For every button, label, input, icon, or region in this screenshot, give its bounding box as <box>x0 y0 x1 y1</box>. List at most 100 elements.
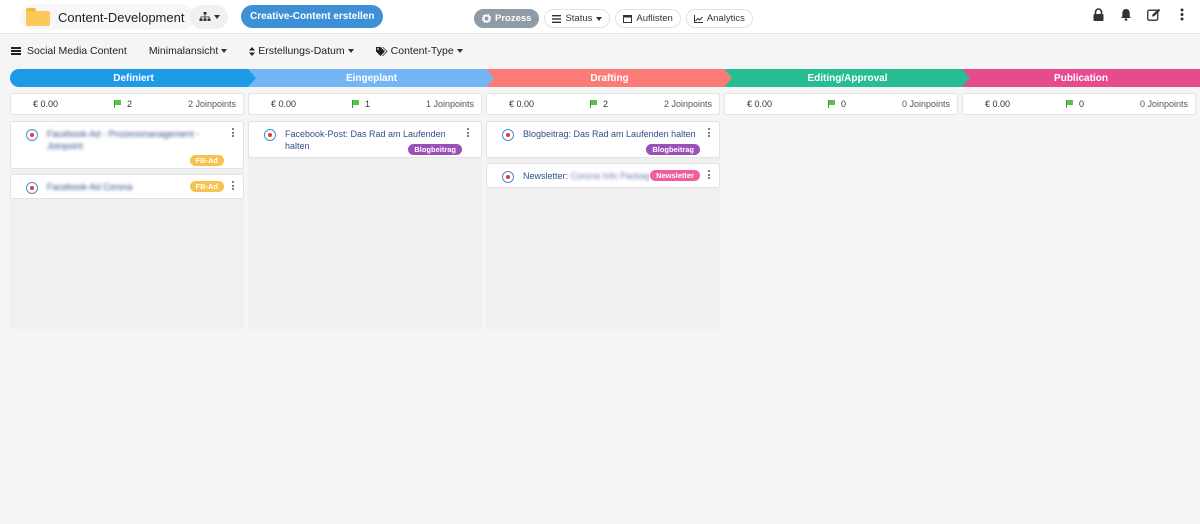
column-joinpoints: 2 Joinpoints <box>663 99 712 109</box>
flag-icon <box>827 100 836 108</box>
folder-icon <box>26 8 50 26</box>
phase-header-eingeplant[interactable]: Eingeplant <box>248 69 495 87</box>
column-drop-area[interactable]: Blogbeitrag: Das Rad am Laufenden halten… <box>486 121 720 329</box>
line-chart-icon <box>693 14 703 23</box>
project-title: Content-Development <box>58 9 185 25</box>
content-card[interactable]: Facebook-Ad - Prozessmanagement - Joinpo… <box>10 121 244 169</box>
column-amount: € 0.00 <box>271 99 297 109</box>
view-analytics-label: Analytics <box>706 13 745 24</box>
sort-dropdown[interactable]: Erstellungs-Datum <box>249 45 354 57</box>
more-vertical-icon[interactable] <box>232 128 235 137</box>
phase-label: Editing/Approval <box>807 72 888 84</box>
menu-icon <box>11 47 21 55</box>
column-stats: € 0.00 2 2 Joinpoints <box>486 93 720 115</box>
more-vertical-icon[interactable] <box>467 128 470 137</box>
flag-icon <box>1065 100 1074 108</box>
top-bar: Content-Development Creative-Content ers… <box>0 0 1200 34</box>
phase-header-definiert[interactable]: Definiert <box>10 69 257 87</box>
hierarchy-button[interactable] <box>190 5 228 29</box>
board-name-label: Social Media Content <box>27 45 127 57</box>
more-vertical-icon[interactable] <box>1174 6 1190 22</box>
column-joinpoints: 0 Joinpoints <box>901 99 950 109</box>
column-amount: € 0.00 <box>33 99 59 109</box>
column-definiert: € 0.00 2 2 Joinpoints Facebook-Ad - Proz… <box>10 93 244 329</box>
content-type-tag: Blogbeitrag <box>646 144 700 155</box>
content-type-label: Content-Type <box>390 45 454 57</box>
flag-icon <box>113 100 122 108</box>
project-selector[interactable]: Content-Development <box>20 4 195 30</box>
view-analytics-button[interactable]: Analytics <box>685 9 753 28</box>
more-vertical-icon[interactable] <box>708 170 711 179</box>
board-name[interactable]: Social Media Content <box>11 45 127 57</box>
content-card[interactable]: Facebook-Ad Corona FB-Ad <box>10 174 244 199</box>
tags-icon <box>375 46 388 56</box>
content-type-tag: Newsletter <box>650 170 700 181</box>
content-card[interactable]: Newsletter: Corona Info Package Newslett… <box>486 163 720 188</box>
phase-header-drafting[interactable]: Drafting <box>486 69 733 87</box>
card-title: Newsletter: Corona Info Package <box>523 170 649 182</box>
edit-icon[interactable] <box>1146 6 1162 22</box>
column-count: 0 <box>1078 99 1084 109</box>
column-drop-area[interactable]: Facebook-Ad - Prozessmanagement - Joinpo… <box>10 121 244 329</box>
content-type-dropdown[interactable]: Content-Type <box>375 45 463 57</box>
view-mode-dropdown[interactable]: Minimalansicht <box>149 45 228 57</box>
content-type-tag: Blogbeitrag <box>408 144 462 155</box>
phase-header-publication[interactable]: Publication <box>962 69 1200 87</box>
phase-label: Publication <box>1054 72 1108 84</box>
card-title: Blogbeitrag: Das Rad am Laufenden halten <box>523 129 696 139</box>
phase-label: Drafting <box>590 72 629 84</box>
phase-header-editing-approval[interactable]: Editing/Approval <box>724 69 971 87</box>
card-title-prefix: Newsletter: <box>523 171 571 181</box>
view-prozess-label: Prozess <box>495 13 532 24</box>
list-icon <box>552 14 562 23</box>
chevron-down-icon <box>456 49 463 53</box>
sort-icon <box>249 46 256 56</box>
column-stats: € 0.00 1 1 Joinpoints <box>248 93 482 115</box>
column-stats: € 0.00 0 0 Joinpoints <box>724 93 958 115</box>
card-title: Facebook-Ad - Prozessmanagement - Joinpo… <box>47 129 200 151</box>
column-drafting: € 0.00 2 2 Joinpoints Blogbeitrag: Das R… <box>486 93 720 329</box>
content-card[interactable]: Blogbeitrag: Das Rad am Laufenden halten… <box>486 121 720 158</box>
chevron-down-icon <box>596 16 603 21</box>
column-joinpoints: 1 Joinpoints <box>425 99 474 109</box>
flag-icon <box>351 100 360 108</box>
card-title: Facebook-Ad Corona <box>47 182 133 192</box>
column-amount: € 0.00 <box>747 99 773 109</box>
column-joinpoints: 0 Joinpoints <box>1139 99 1188 109</box>
target-icon <box>26 182 38 194</box>
more-vertical-icon[interactable] <box>708 128 711 137</box>
column-count: 0 <box>840 99 846 109</box>
column-amount: € 0.00 <box>985 99 1011 109</box>
column-drop-area[interactable]: Facebook-Post: Das Rad am Laufenden halt… <box>248 121 482 329</box>
lock-icon[interactable] <box>1090 6 1106 22</box>
filter-bar: Social Media Content Minimalansicht Erst… <box>11 45 485 57</box>
column-count: 2 <box>602 99 608 109</box>
bell-icon[interactable] <box>1118 6 1134 22</box>
view-auflisten-label: Auflisten <box>636 13 673 24</box>
content-type-tag: FB-Ad <box>189 155 224 166</box>
card-title-blurred: Corona Info Package <box>570 171 649 181</box>
view-switcher: Prozess Status Auflisten Analytics <box>474 9 753 28</box>
content-type-tag: FB-Ad <box>189 181 224 192</box>
create-content-button[interactable]: Creative-Content erstellen <box>241 5 384 28</box>
view-status-button[interactable]: Status <box>544 9 611 28</box>
content-card[interactable]: Facebook-Post: Das Rad am Laufenden halt… <box>248 121 482 158</box>
view-status-label: Status <box>565 13 593 24</box>
column-count: 2 <box>126 99 132 109</box>
chevron-down-icon <box>221 49 228 53</box>
column-count: 1 <box>364 99 370 109</box>
header-actions <box>1090 6 1190 22</box>
more-vertical-icon[interactable] <box>232 181 235 190</box>
column-stats: € 0.00 0 0 Joinpoints <box>962 93 1196 115</box>
column-eingeplant: € 0.00 1 1 Joinpoints Facebook-Post: Das… <box>248 93 482 329</box>
chevron-down-icon <box>347 49 354 53</box>
view-prozess-button[interactable]: Prozess <box>474 9 540 28</box>
column-publication: € 0.00 0 0 Joinpoints <box>962 93 1196 115</box>
view-auflisten-button[interactable]: Auflisten <box>615 9 681 28</box>
phase-label: Definiert <box>113 72 154 84</box>
target-icon <box>264 129 276 141</box>
target-icon <box>502 129 514 141</box>
flag-icon <box>589 100 598 108</box>
column-joinpoints: 2 Joinpoints <box>187 99 236 109</box>
column-stats: € 0.00 2 2 Joinpoints <box>10 93 244 115</box>
